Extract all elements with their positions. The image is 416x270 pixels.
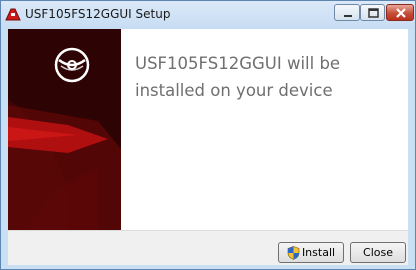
client-area: USF105FS12GGUI will be installed on your… [8,29,408,265]
title-bar[interactable]: USF105FS12GGUI Setup [1,1,415,29]
install-message: USF105FS12GGUI will be installed on your… [135,54,341,100]
minimize-button[interactable] [334,4,360,21]
uac-shield-icon [287,245,300,260]
window-title: USF105FS12GGUI Setup [25,7,171,21]
disc-icon [54,47,90,83]
minimize-icon [344,15,352,17]
close-window-button[interactable] [386,4,414,21]
install-button[interactable]: Install [278,242,344,263]
button-bar: Install Close [8,230,408,265]
maximize-button[interactable] [360,4,385,21]
maximize-icon [368,8,379,18]
close-button[interactable]: Close [350,242,406,263]
close-icon [396,8,406,18]
app-icon [5,8,21,21]
install-label: Install [301,246,336,259]
setup-window: USF105FS12GGUI Setup USF105FS12GGUI will… [0,0,416,270]
close-label: Close [363,246,393,259]
